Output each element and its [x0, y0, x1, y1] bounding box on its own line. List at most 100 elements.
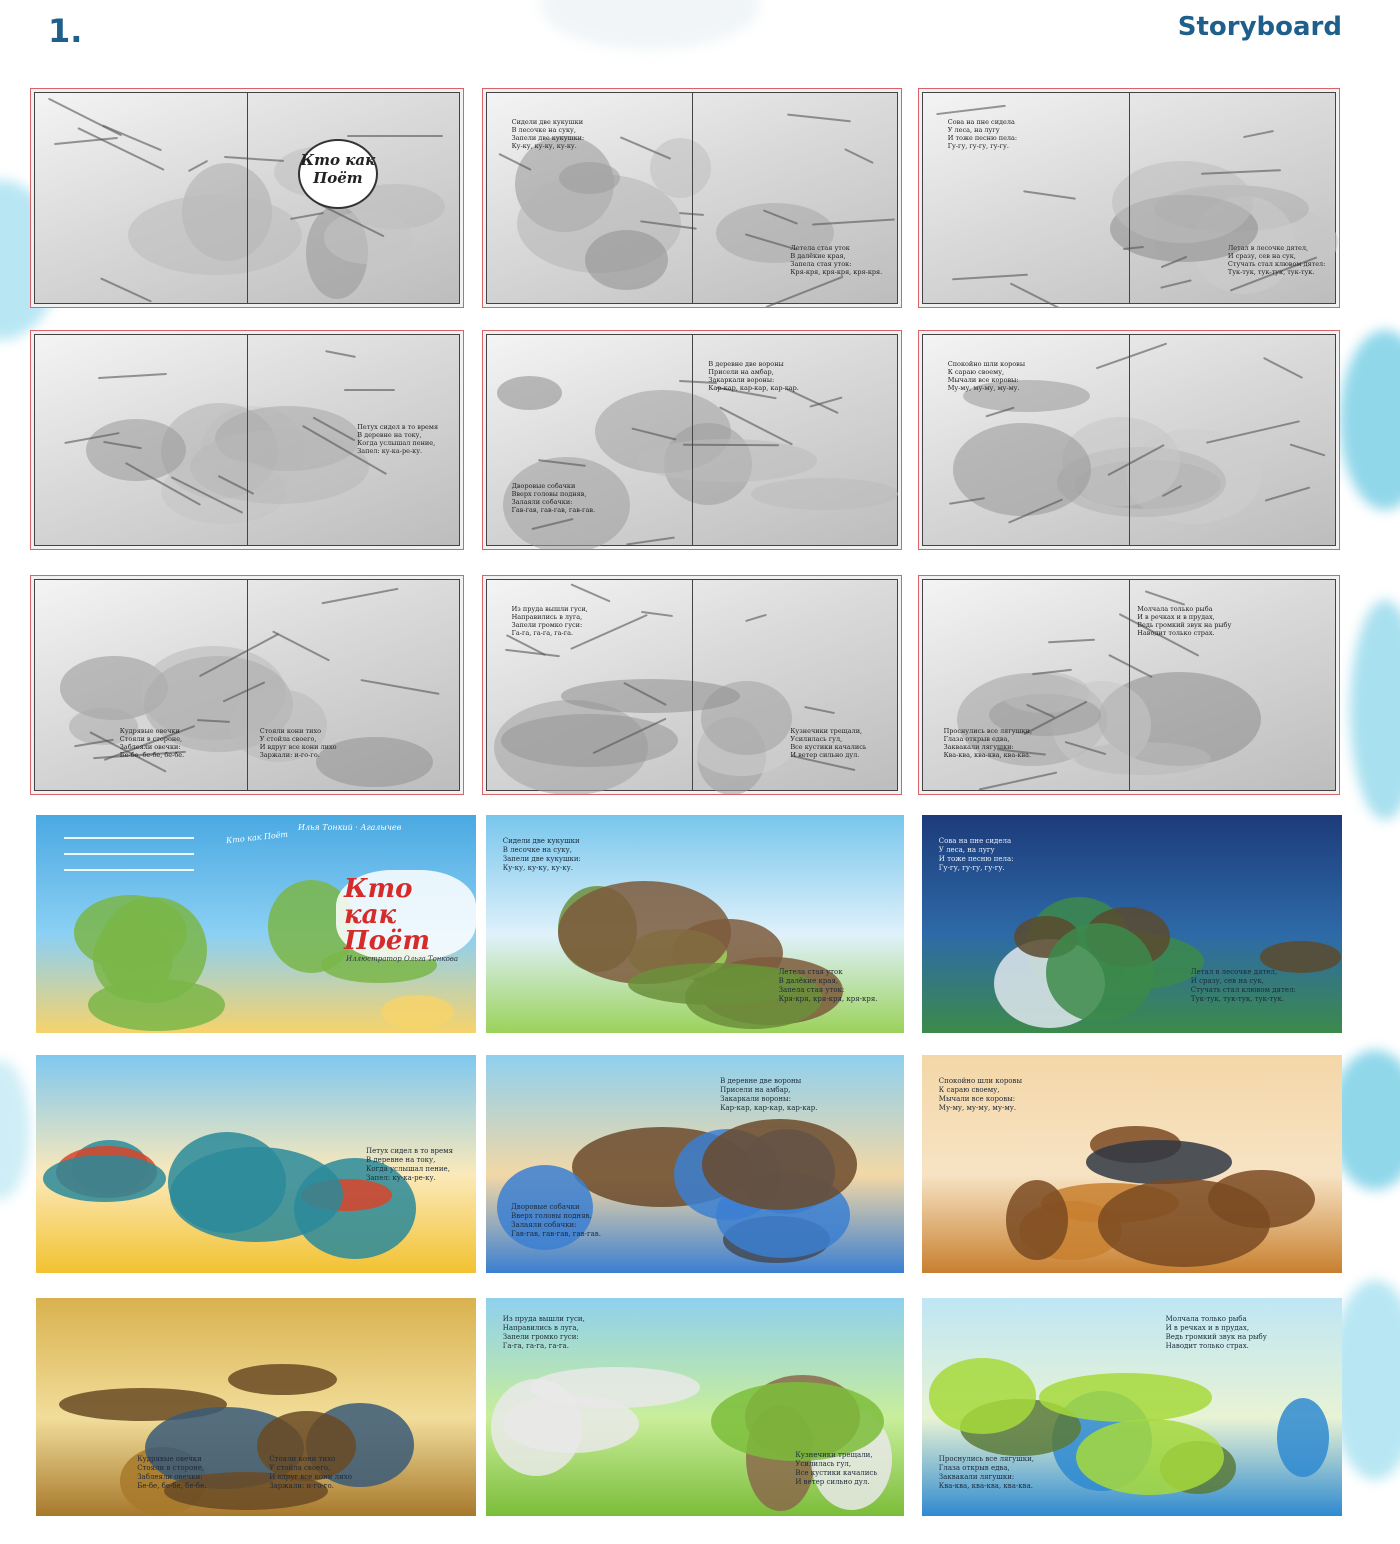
illustration-shape [87, 979, 225, 1032]
sketch-stroke [344, 389, 395, 392]
sketch-spread-1: Кто как Поёт [30, 88, 464, 308]
illustration-shape [1075, 1418, 1225, 1496]
sketch-artwork: Молчала только рыба И в речках и в пруда… [922, 579, 1336, 791]
sketch-stroke [1289, 443, 1327, 457]
sketch-stroke [224, 156, 285, 163]
cover-title-line: Кто как [344, 874, 413, 930]
spread-gutter [692, 335, 693, 545]
sketch-spread-7: Кудрявые овечки Стояли в стороне, Заблея… [30, 575, 464, 795]
cover-author: Илья Тонкий · Агалычев [298, 823, 402, 832]
spread-gutter [1129, 580, 1130, 790]
sketch-shape [128, 194, 303, 276]
illustration-shape [380, 995, 454, 1030]
sketch-verse-text: Спокойно шли коровы К сараю своему, Мыча… [947, 360, 1026, 393]
sketch-stroke [1048, 639, 1095, 644]
sketch-shape [558, 161, 620, 194]
cover-title-line: Поёт [344, 926, 430, 956]
final-verse-text: Кузнечики трещали, Усилилась гул, Все ку… [795, 1450, 878, 1486]
final-spread-1: Кто как Поёт Кто как Поёт Илья Тонкий · Ага… [36, 815, 476, 1033]
sketch-verse-text: Молчала только рыба И в речках и в пруда… [1137, 605, 1232, 638]
sketch-stroke [1009, 282, 1081, 307]
sketch-verse-text: Из пруда вышли гуси, Направились в луга,… [511, 605, 588, 638]
illustration-shape [1097, 1179, 1271, 1267]
sketch-shape [952, 423, 1092, 516]
sketch-shape [1074, 742, 1212, 776]
illustration-shape [711, 1381, 884, 1462]
cover-text-lines [64, 837, 194, 885]
sketch-artwork: Сова на пне сидела У леса, на лугу И тож… [922, 92, 1338, 307]
watercolor-splash [540, 0, 760, 50]
sketch-stroke [1022, 190, 1076, 201]
sketch-verse-text: Стояли кони тихо У стойла своего, И вдру… [259, 727, 337, 759]
final-spread-2: Сидели две кукушки В лесочке на суку, За… [486, 815, 904, 1033]
section-number: 1. [48, 12, 83, 50]
final-verse-text: Кудрявые овечки Стояли в стороне, Заблея… [137, 1454, 207, 1490]
sketch-shape [85, 418, 186, 482]
sketch-stroke [844, 148, 874, 165]
final-spread-4: Петух сидел в то время В деревне на току… [36, 1055, 476, 1273]
final-verse-text: В деревне две вороны Присели на амбар, З… [720, 1076, 818, 1112]
spread-gutter [692, 93, 693, 303]
sketch-verse-text: Сова на пне сидела У леса, на лугу И тож… [947, 118, 1018, 151]
spread-gutter [1129, 93, 1130, 303]
sketch-artwork: Спокойно шли коровы К сараю своему, Мыча… [922, 334, 1336, 546]
spread-gutter [1129, 335, 1130, 545]
sketch-verse-text: Петух сидел в то время В деревне на току… [357, 423, 439, 456]
illustration-shape [1277, 1398, 1330, 1477]
sketch-stroke [745, 614, 767, 623]
watercolor-splash [1350, 600, 1400, 820]
illustration-shape [503, 1394, 639, 1454]
watercolor-splash [1340, 330, 1400, 510]
sketch-artwork: Дворовые собачки Вверх головы подняв, За… [486, 334, 898, 549]
illustration-shape [702, 1119, 858, 1210]
sketch-shape [323, 211, 412, 264]
sketch-stroke [936, 104, 1006, 116]
sketch-artwork: Кудрявые овечки Стояли в стороне, Заблея… [34, 579, 460, 791]
sketch-artwork: Петух сидел в то время В деревне на току… [34, 334, 460, 546]
sketch-stroke [1095, 342, 1167, 370]
sketch-spread-8: Из пруда вышли гуси, Направились в луга,… [482, 575, 902, 795]
final-verse-text: Стояли кони тихо У стойла своего, И вдру… [269, 1454, 352, 1490]
final-spread-3: Сова на пне сидела У леса, на лугу И тож… [922, 815, 1342, 1033]
illustration-shape [1039, 1373, 1212, 1422]
sketch-stroke [505, 649, 560, 658]
sketch-logo-line: Кто как [300, 151, 376, 170]
sketch-spread-5: Дворовые собачки Вверх головы подняв, За… [482, 330, 902, 550]
sketch-logo: Кто как Поёт [297, 139, 378, 210]
sketch-shape [497, 375, 563, 410]
final-verse-text: Сова на пне сидела У леса, на лугу И тож… [938, 836, 1014, 872]
illustration-shape [1006, 1179, 1069, 1260]
illustration-shape [928, 1358, 1037, 1434]
spread-gutter [247, 335, 248, 545]
final-verse-text: Петух сидел в то время В деревне на току… [366, 1146, 454, 1182]
cover-title: Кто как Поёт [336, 870, 476, 960]
illustration-shape [628, 962, 803, 1005]
final-verse-text: Спокойно шли коровы К сараю своему, Мыча… [938, 1076, 1023, 1112]
cover-line [64, 853, 194, 855]
sketch-artwork: Кто как Поёт [34, 92, 460, 304]
page-title: Storyboard [1177, 12, 1342, 42]
final-verse-text: Молчала только рыба И в речках и в пруда… [1165, 1315, 1267, 1351]
final-verse-text: Сидели две кукушки В лесочке на суку, За… [502, 836, 581, 872]
sketch-verse-text: Проснулись все лягушки, Глаза открыв едв… [943, 727, 1033, 759]
illustration-shape [1046, 923, 1154, 1023]
sketch-verse-text: Летела стая уток В далёкие края, Запела … [790, 244, 883, 277]
sketch-stroke [765, 275, 843, 307]
sketch-shape [584, 229, 669, 291]
final-verse-text: Проснулись все лягушки, Глаза открыв едв… [938, 1454, 1035, 1490]
sketch-verse-text: В деревне две вороны Присели на амбар, З… [708, 360, 799, 393]
sketch-logo-line: Поёт [313, 169, 363, 188]
final-spread-7: Кудрявые овечки Стояли в стороне, Заблея… [36, 1298, 476, 1516]
sketch-artwork: Сидели две кукушки В лесочке на суку, За… [486, 92, 898, 307]
sketch-stroke [952, 273, 1029, 281]
sketch-shape [190, 430, 369, 505]
final-spread-8: Из пруда вышли гуси, Направились в луга,… [486, 1298, 904, 1516]
final-verse-text: Летал в лесочке дятел, И сразу, сев на с… [1190, 967, 1296, 1003]
sketch-stroke [570, 583, 611, 603]
spread-gutter [692, 580, 693, 790]
sketch-stroke [271, 630, 330, 662]
sketch-stroke [325, 350, 357, 359]
sketch-shape [750, 477, 898, 510]
illustration-shape [228, 1363, 337, 1395]
spread-gutter [247, 93, 248, 303]
